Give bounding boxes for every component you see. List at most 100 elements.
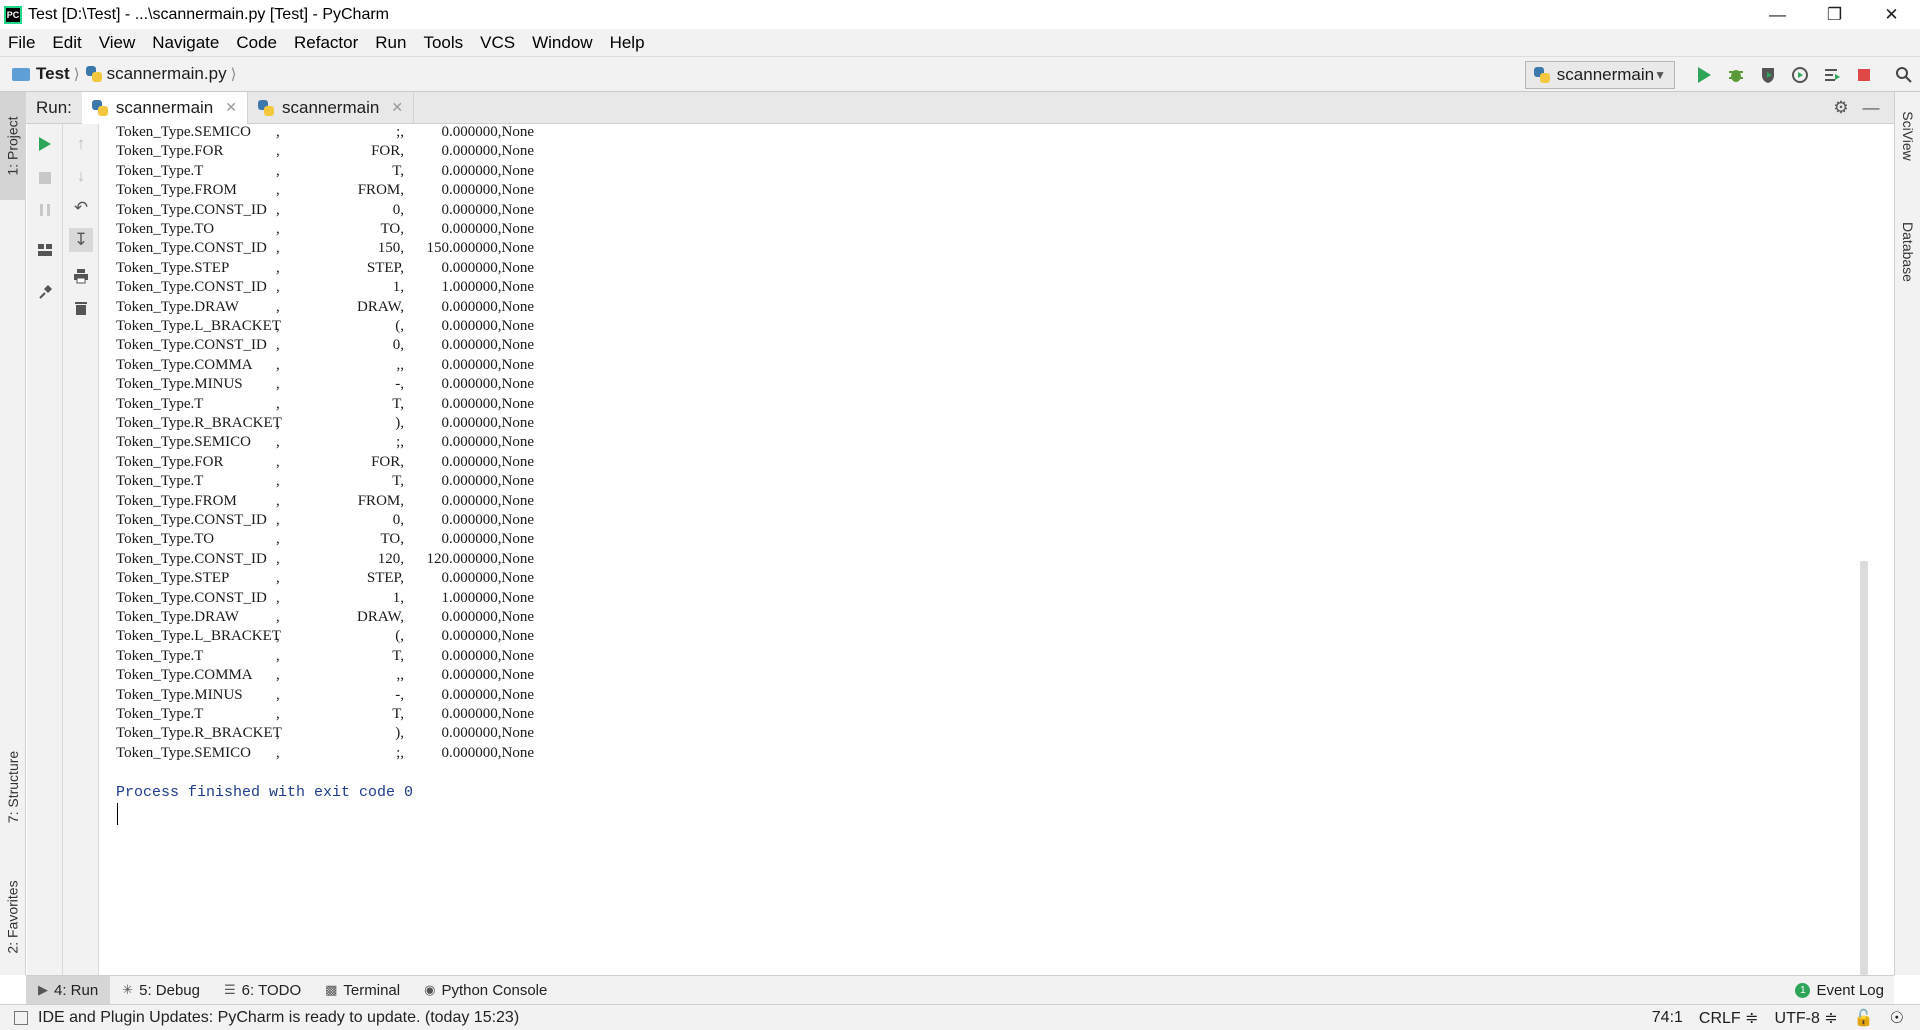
menu-view[interactable]: View — [99, 33, 136, 53]
close-tab-icon[interactable]: ✕ — [391, 99, 403, 116]
python-file-icon — [85, 66, 102, 82]
console-value: 0.000000,None — [441, 686, 535, 703]
python-console-icon: ◉ — [424, 982, 436, 997]
concurrency-button[interactable] — [1816, 63, 1848, 87]
bottom-tab-todo[interactable]: ☰ 6: TODO — [212, 976, 313, 1005]
run-button[interactable] — [1688, 63, 1720, 87]
console-lexeme: ), — [395, 415, 404, 431]
breadcrumb-file[interactable]: scannermain.py — [85, 64, 227, 84]
bottom-tab-run[interactable]: ▶ 4: Run — [26, 975, 111, 1005]
tool-tab-project[interactable]: 1: Project — [0, 92, 26, 200]
run-tab-label: scannermain — [281, 97, 380, 117]
tool-tab-sciview[interactable]: SciView — [1895, 92, 1920, 180]
close-window-button[interactable]: ✕ — [1863, 0, 1920, 29]
console-lexeme: DRAW, — [357, 609, 404, 625]
soft-wrap-icon: ↶ — [73, 198, 89, 217]
console-value: 1.000000,None — [441, 279, 535, 296]
tool-tab-database[interactable]: Database — [1895, 202, 1920, 302]
line-separator[interactable]: CRLF ≑ — [1699, 1008, 1759, 1028]
console-type: Token_Type.CONST_ID — [116, 512, 267, 528]
bottom-tab-python-console[interactable]: ◉ Python Console — [412, 976, 559, 1005]
tool-tab-sciview-label: SciView — [1900, 111, 1917, 161]
restore-button[interactable]: ❐ — [1806, 0, 1863, 29]
arrow-down-icon: ↓ — [76, 166, 86, 185]
menu-navigate[interactable]: Navigate — [152, 33, 219, 53]
menu-vcs[interactable]: VCS — [480, 33, 515, 53]
menu-code[interactable]: Code — [236, 33, 277, 53]
breadcrumb-project[interactable]: Test — [12, 64, 70, 84]
run-configuration-select[interactable]: scannermain ▼ — [1525, 61, 1675, 89]
console-lexeme: (, — [395, 318, 404, 334]
console-lexeme: 0, — [392, 337, 404, 354]
status-message[interactable]: IDE and Plugin Updates: PyCharm is ready… — [38, 1009, 519, 1027]
run-icon — [1698, 67, 1711, 83]
tool-windows-toggle-icon[interactable] — [14, 1010, 28, 1025]
bottom-tab-label: Terminal — [343, 981, 401, 999]
bottom-tab-label: Python Console — [441, 981, 548, 999]
soft-wrap-button[interactable]: ↶ — [69, 196, 93, 220]
scroll-up-button[interactable]: ↑ — [69, 132, 93, 156]
pin-tab-button[interactable] — [33, 280, 57, 304]
hide-panel-icon[interactable]: — — [1856, 98, 1886, 118]
right-tool-stripe: SciView Database — [1894, 92, 1920, 975]
console-value: 0.000000,None — [441, 492, 535, 509]
rerun-button[interactable] — [33, 132, 57, 156]
profile-button[interactable] — [1784, 63, 1816, 87]
menu-help[interactable]: Help — [610, 33, 645, 53]
settings-gear-icon[interactable]: ⚙ — [1826, 98, 1856, 118]
console-value: 120.000000,None — [426, 550, 535, 567]
search-everywhere-button[interactable] — [1888, 63, 1920, 87]
close-tab-icon[interactable]: ✕ — [225, 99, 237, 116]
clear-all-button[interactable] — [69, 296, 93, 320]
lock-icon[interactable]: 🔓 — [1854, 1008, 1874, 1028]
run-tab-1[interactable]: scannermain ✕ — [81, 91, 248, 124]
console-output[interactable]: Token_Type.SEMICO,;, 0.000000,None Token_T… — [100, 124, 1880, 975]
inspector-icon[interactable]: ☉ — [1890, 1008, 1904, 1028]
pause-button[interactable] — [33, 198, 57, 222]
menu-refactor[interactable]: Refactor — [294, 33, 358, 53]
pycharm-logo-icon: PC — [4, 5, 22, 24]
menu-file[interactable]: File — [8, 33, 35, 53]
concurrency-diagram-icon — [1825, 69, 1840, 81]
console-type: Token_Type.CONST_ID — [116, 550, 267, 567]
menu-window[interactable]: Window — [532, 33, 592, 53]
console-value: 0.000000,None — [441, 162, 535, 179]
scroll-down-button[interactable]: ↓ — [69, 164, 93, 188]
stop-run-button[interactable] — [33, 166, 57, 190]
event-log-button[interactable]: 1 Event Log — [1795, 976, 1884, 1005]
process-finished-message: Process finished with exit code 0 — [116, 783, 414, 801]
debug-button[interactable] — [1720, 63, 1752, 87]
console-value: 0.000000,None — [441, 395, 535, 412]
caret-position[interactable]: 74:1 — [1652, 1009, 1683, 1027]
console-value: 0.000000,None — [441, 434, 535, 451]
status-bar: IDE and Plugin Updates: PyCharm is ready… — [0, 1004, 1920, 1030]
file-encoding[interactable]: UTF-8 ≑ — [1775, 1008, 1838, 1028]
console-type: Token_Type.T — [116, 162, 204, 179]
menu-tools[interactable]: Tools — [423, 33, 463, 53]
console-lexeme: FROM, — [357, 492, 404, 509]
console-lexeme: 0, — [392, 201, 404, 218]
menu-run[interactable]: Run — [375, 33, 406, 53]
console-comma: , — [276, 531, 280, 548]
breadcrumb-project-label: Test — [36, 64, 70, 83]
print-button[interactable] — [69, 264, 93, 288]
console-scrollbar[interactable] — [1860, 561, 1868, 975]
tool-tab-favorites[interactable]: 2: Favorites — [0, 862, 26, 972]
menu-edit[interactable]: Edit — [52, 33, 81, 53]
tool-tab-structure[interactable]: 7: Structure — [0, 732, 26, 842]
console-type: Token_Type.FROM — [116, 492, 237, 509]
restore-layout-button[interactable] — [33, 238, 57, 262]
bottom-tab-terminal[interactable]: ▩ Terminal — [313, 976, 412, 1005]
console-type: Token_Type.L_BRACKET — [116, 318, 281, 334]
console-comma: , — [276, 356, 280, 373]
stop-button[interactable] — [1848, 63, 1880, 87]
console-comma: , — [276, 240, 280, 257]
bottom-tab-debug[interactable]: ✳ 5: Debug — [110, 976, 212, 1005]
console-type: Token_Type.STEP — [116, 570, 230, 587]
scroll-to-end-button[interactable]: ↧ — [69, 228, 93, 252]
run-with-coverage-button[interactable] — [1752, 63, 1784, 87]
run-tab-2[interactable]: scannermain ✕ — [248, 91, 415, 124]
console-type: Token_Type.L_BRACKET — [116, 628, 281, 645]
minimize-button[interactable]: — — [1749, 0, 1806, 29]
printer-icon — [74, 269, 88, 284]
